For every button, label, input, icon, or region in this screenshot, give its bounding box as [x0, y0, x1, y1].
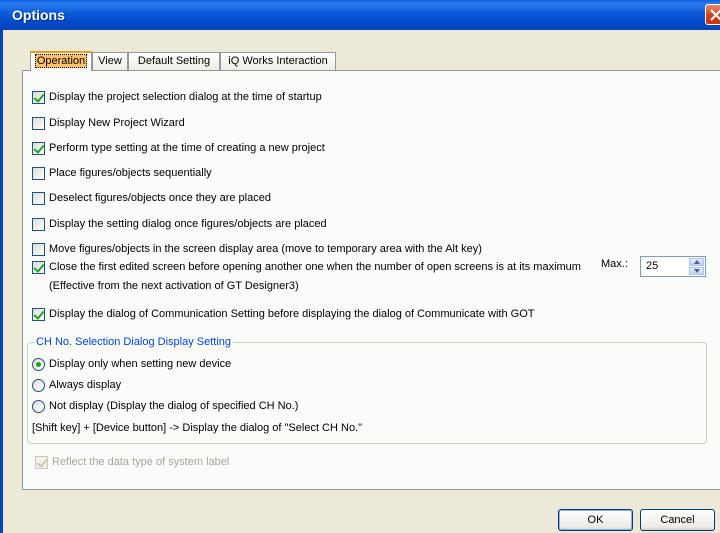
radio-label: Always display — [49, 379, 122, 391]
max-screens-value[interactable]: 25 — [646, 260, 658, 272]
tab-view-label: View — [98, 55, 122, 67]
close-icon — [710, 9, 720, 21]
checkbox[interactable] — [32, 91, 45, 104]
option-label: Place figures/objects sequentially — [49, 167, 212, 179]
option-label: Display the project selection dialog at … — [49, 91, 322, 103]
checkbox[interactable] — [32, 308, 45, 321]
tab-default-setting-label: Default Setting — [137, 55, 211, 67]
spin-down-icon[interactable] — [689, 267, 704, 275]
tab-iq-works-interaction-label: iQ Works Interaction — [228, 55, 328, 67]
close-button[interactable] — [705, 4, 720, 25]
checkbox[interactable] — [32, 192, 45, 205]
checkbox[interactable] — [32, 261, 45, 274]
option-label: Reflect the data type of system label — [52, 456, 230, 468]
checkbox[interactable] — [32, 167, 45, 180]
tab-operation[interactable]: Operation — [30, 51, 92, 71]
option-label: Display the dialog of Communication Sett… — [49, 308, 535, 320]
ch-hint-text: [Shift key] + [Device button] -> Display… — [32, 422, 363, 434]
option-label: Display New Project Wizard — [49, 117, 185, 129]
cancel-button[interactable]: Cancel — [640, 509, 715, 531]
radio-label: Display only when setting new device — [49, 358, 232, 370]
tab-iq-works-interaction[interactable]: iQ Works Interaction — [220, 52, 336, 70]
checkbox[interactable] — [35, 456, 48, 469]
effective-note-text: (Effective from the next activation of G… — [49, 280, 299, 292]
ch-hint: [Shift key] + [Device button] -> Display… — [32, 420, 362, 436]
max-screens-spinner[interactable]: 25 — [640, 256, 706, 277]
option-label: Deselect figures/objects once they are p… — [49, 192, 271, 204]
option-label: Close the first edited screen before ope… — [49, 261, 581, 273]
option-label: Display the setting dialog once figures/… — [49, 218, 327, 230]
checkbox[interactable] — [32, 142, 45, 155]
radio-button[interactable] — [32, 400, 45, 413]
tab-view[interactable]: View — [92, 52, 128, 70]
option-label: Move figures/objects in the screen displ… — [49, 243, 482, 255]
window-border — [0, 30, 3, 533]
group-legend: CH No. Selection Dialog Display Setting — [34, 335, 234, 349]
tab-default-setting[interactable]: Default Setting — [128, 52, 220, 70]
checkbox[interactable] — [32, 218, 45, 231]
radio-label: Not display (Display the dialog of speci… — [49, 400, 299, 412]
checkbox[interactable] — [32, 117, 45, 130]
checkbox[interactable] — [32, 243, 45, 256]
effective-note: (Effective from the next activation of G… — [49, 278, 299, 294]
radio-button[interactable] — [32, 379, 45, 392]
ok-button[interactable]: OK — [558, 509, 633, 531]
option-label: Perform type setting at the time of crea… — [49, 142, 325, 154]
radio-button[interactable] — [32, 358, 45, 371]
title-bar[interactable]: Options — [0, 0, 720, 30]
tab-operation-label: Operation — [34, 54, 88, 68]
window-title: Options — [12, 7, 65, 23]
spin-up-icon[interactable] — [689, 258, 704, 266]
spinner-arrows — [689, 258, 704, 275]
max-screens-label: Max.: — [601, 258, 628, 270]
